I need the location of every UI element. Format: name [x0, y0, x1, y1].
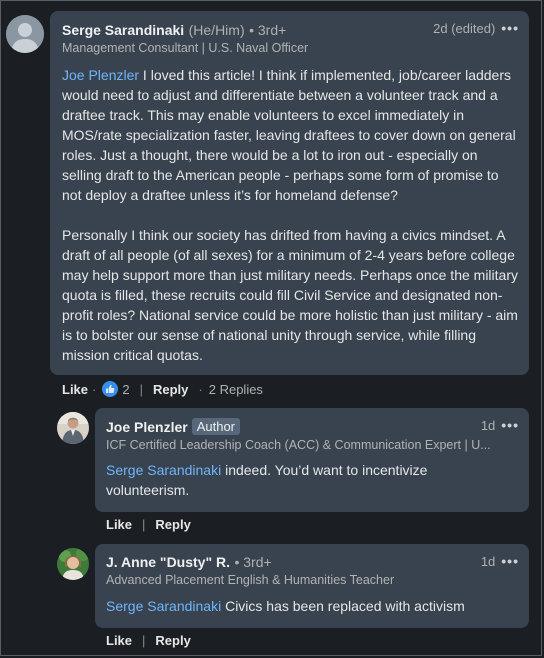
comment-text-paragraph-2: Personally I think our society has drift…	[62, 227, 518, 363]
like-button[interactable]: Like	[62, 382, 88, 397]
author-headline: ICF Certified Leadership Coach (ACC) & C…	[106, 438, 491, 452]
mention-link[interactable]: Joe Plenzler	[62, 67, 139, 83]
comment-bubble: Serge Sarandinaki (He/Him) • 3rd+ Manage…	[50, 11, 529, 375]
reply-bubble: J. Anne "Dusty" R. • 3rd+ Advanced Place…	[95, 544, 529, 628]
mention-link[interactable]: Serge Sarandinaki	[106, 462, 221, 478]
divider: |	[142, 517, 146, 532]
dot-separator: ·	[198, 381, 203, 397]
author-headline: Management Consultant | U.S. Naval Offic…	[62, 41, 309, 55]
reply-button[interactable]: Reply	[155, 517, 190, 532]
connection-degree: • 3rd+	[234, 554, 272, 570]
view-replies-link[interactable]: 2 Replies	[209, 382, 263, 397]
profile-photo-icon	[57, 548, 89, 580]
avatar[interactable]	[6, 15, 44, 53]
reply-button[interactable]: Reply	[155, 633, 190, 648]
like-button[interactable]: Like	[106, 517, 132, 532]
reply-author-name[interactable]: Joe Plenzler	[106, 419, 188, 435]
reply-body: Serge Sarandinaki indeed. You’d want to …	[106, 460, 511, 500]
mention-link[interactable]: Serge Sarandinaki	[106, 598, 221, 614]
comment-text-paragraph-1: I loved this article! I think if impleme…	[62, 67, 516, 203]
author-badge: Author	[191, 418, 241, 435]
profile-photo-icon	[57, 412, 89, 444]
reply-body: Serge Sarandinaki Civics has been replac…	[106, 596, 511, 616]
more-options-icon[interactable]: •••	[501, 553, 519, 569]
divider: |	[139, 381, 143, 397]
reply-author-name[interactable]: J. Anne "Dusty" R.	[106, 554, 230, 570]
more-options-icon[interactable]: •••	[501, 20, 519, 36]
like-button[interactable]: Like	[106, 633, 132, 648]
reply-timestamp: 1d	[480, 553, 496, 569]
dot-separator: ·	[92, 381, 97, 397]
thumbs-up-icon[interactable]	[102, 381, 119, 397]
reply-text: Civics has been replaced with activism	[221, 598, 465, 614]
reply-button[interactable]: Reply	[153, 382, 188, 397]
more-options-icon[interactable]: •••	[501, 417, 519, 433]
reply-bubble: Joe Plenzler Author ICF Certified Leader…	[95, 408, 529, 512]
reaction-count[interactable]: 2	[122, 382, 129, 397]
reply-actions: Like | Reply	[106, 633, 191, 648]
author-headline: Advanced Placement English & Humanities …	[106, 573, 395, 587]
connection-degree: • 3rd+	[249, 22, 287, 38]
comment-author-name[interactable]: Serge Sarandinaki	[62, 22, 184, 38]
divider: |	[142, 633, 146, 648]
reply-actions: Like | Reply	[106, 517, 191, 532]
avatar[interactable]	[57, 412, 89, 444]
comment-body: Joe Plenzler I loved this article! I thi…	[62, 65, 520, 365]
default-person-icon	[6, 15, 44, 53]
pronouns: (He/Him)	[188, 22, 245, 38]
comment-actions: Like · 2 | Reply · 2 Replies	[62, 381, 263, 397]
avatar[interactable]	[57, 548, 89, 580]
reply-timestamp: 1d	[480, 417, 496, 433]
comment-timestamp: 2d (edited)	[433, 20, 496, 36]
